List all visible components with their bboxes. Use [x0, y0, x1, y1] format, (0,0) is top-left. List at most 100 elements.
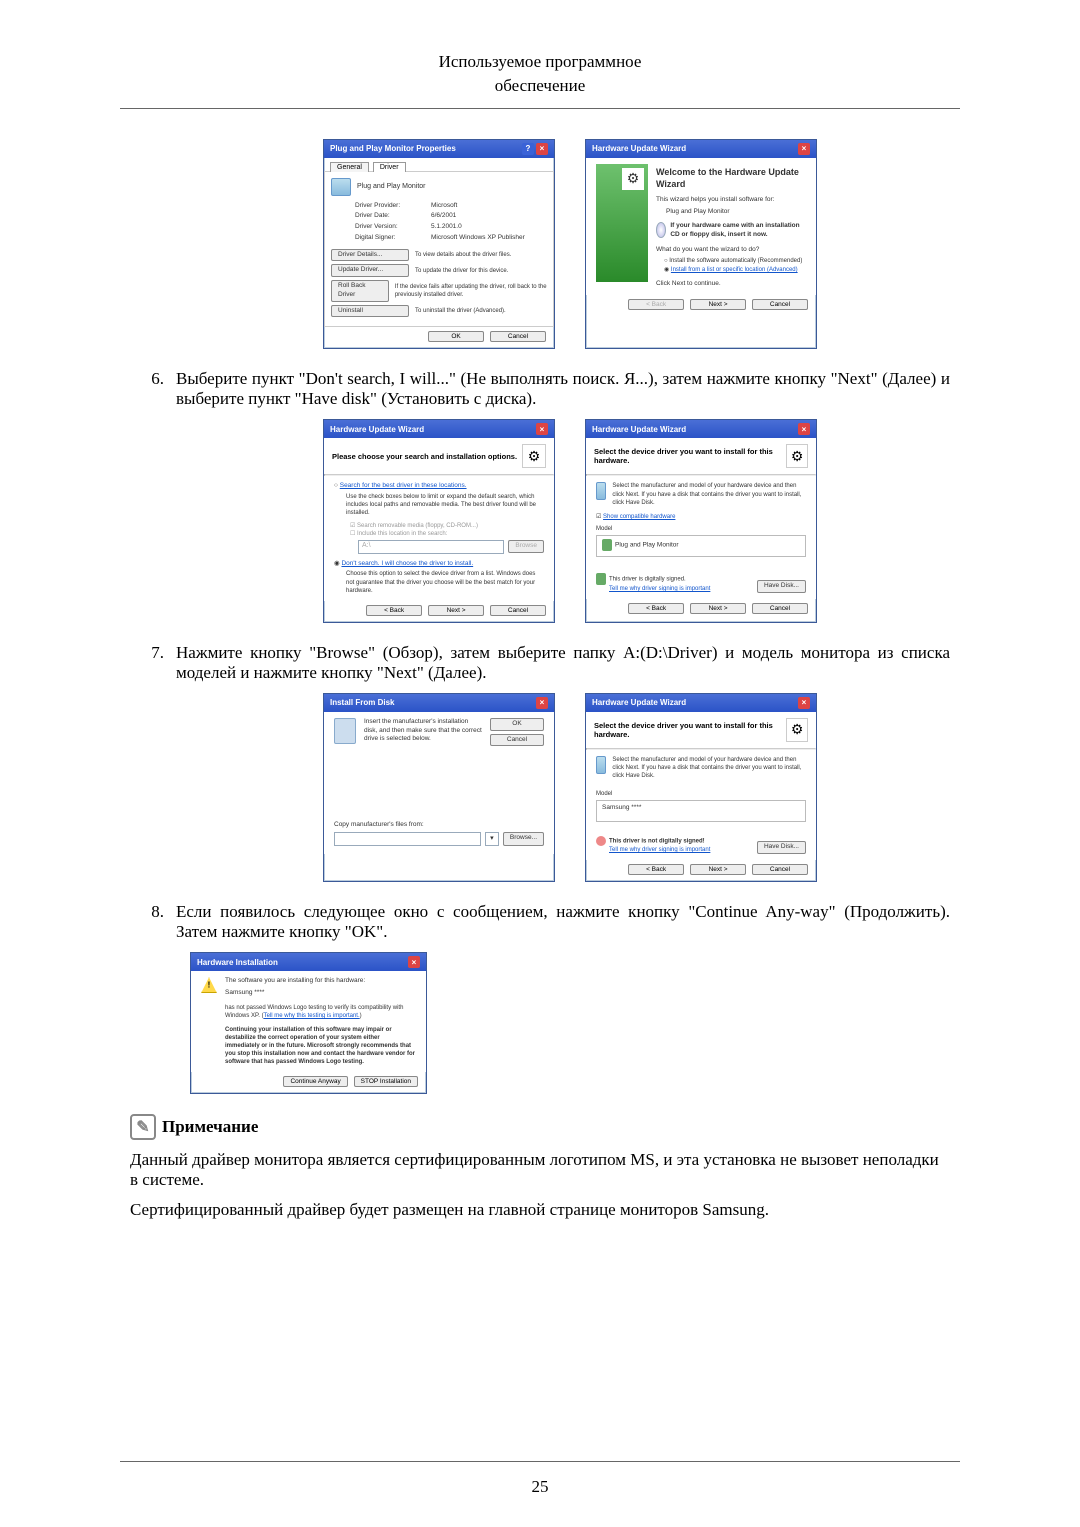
cancel-button[interactable]: Cancel	[490, 331, 546, 342]
cancel-button[interactable]: Cancel	[752, 299, 808, 310]
chk-location: ☐ Include this location in the search:	[350, 530, 544, 538]
screenshot-row-1: Plug and Play Monitor Properties ?× Gene…	[190, 139, 950, 350]
gear-icon: ⚙	[522, 444, 546, 468]
title-text: Install From Disk	[330, 698, 394, 707]
monitor-icon	[596, 482, 606, 500]
note-heading: ✎ Примечание	[130, 1114, 950, 1140]
stop-installation-button[interactable]: STOP Installation	[354, 1076, 418, 1087]
hardware-installation-dialog: Hardware Installation× The software you …	[190, 952, 427, 1094]
note-label: Примечание	[162, 1117, 258, 1137]
have-disk-button[interactable]: Have Disk...	[757, 841, 806, 854]
ok-button[interactable]: OK	[490, 718, 544, 731]
next-button[interactable]: Next >	[690, 864, 746, 875]
title-text: Hardware Update Wizard	[592, 698, 686, 707]
cancel-button[interactable]: Cancel	[752, 864, 808, 875]
wizard-intro: This wizard helps you install software f…	[656, 196, 806, 205]
tab-general[interactable]: General	[330, 162, 369, 172]
next-button[interactable]: Next >	[690, 603, 746, 614]
titlebar: Hardware Installation×	[191, 953, 426, 971]
model-label: Model	[596, 525, 806, 533]
signing-link[interactable]: Tell me why driver signing is important	[609, 586, 710, 592]
model-list[interactable]: Plug and Play Monitor	[596, 535, 806, 557]
shield-icon	[602, 539, 612, 551]
chk-compatible[interactable]: ☑ Show compatible hardware	[596, 513, 806, 521]
close-icon[interactable]: ×	[536, 697, 548, 709]
browse-button: Browse	[508, 540, 544, 553]
close-icon[interactable]: ×	[536, 423, 548, 435]
provider-label: Driver Provider:	[355, 202, 425, 211]
have-disk-button[interactable]: Have Disk...	[757, 580, 806, 593]
browse-button[interactable]: Browse...	[503, 832, 544, 846]
titlebar: Hardware Update Wizard ×	[586, 420, 816, 438]
help-icon[interactable]: ?	[522, 143, 534, 155]
close-icon[interactable]: ×	[798, 423, 810, 435]
model-label: Model	[596, 790, 806, 798]
path-input: A:\	[358, 540, 504, 554]
cancel-button[interactable]: Cancel	[752, 603, 808, 614]
driver-details-button[interactable]: Driver Details...	[331, 249, 409, 262]
title-text: Plug and Play Monitor Properties	[330, 144, 456, 153]
copy-path-input[interactable]	[334, 832, 481, 846]
rollback-button[interactable]: Roll Back Driver	[331, 280, 389, 302]
next-button[interactable]: Next >	[428, 605, 484, 616]
gear-icon: ⚙	[786, 444, 808, 468]
titlebar: Hardware Update Wizard×	[324, 420, 554, 438]
hwi-line3b: )	[360, 1013, 362, 1019]
note-p1: Данный драйвер монитора является сертифи…	[130, 1150, 950, 1190]
chk-removable: ☑ Search removable media (floppy, CD-ROM…	[350, 522, 544, 530]
version-label: Driver Version:	[355, 223, 425, 232]
logo-testing-link[interactable]: Tell me why this testing is important.	[264, 1013, 360, 1019]
close-icon[interactable]: ×	[408, 956, 420, 968]
signed-text: This driver is digitally signed.	[609, 577, 686, 583]
uninstall-button[interactable]: Uninstall	[331, 305, 409, 318]
device-name: Plug and Play Monitor	[357, 182, 425, 191]
titlebar: Hardware Update Wizard ×	[586, 694, 816, 712]
version-value: 5.1.2001.0	[431, 223, 547, 232]
back-button[interactable]: < Back	[366, 605, 422, 616]
tab-driver[interactable]: Driver	[373, 162, 406, 172]
titlebar: Hardware Update Wizard ×	[586, 140, 816, 158]
cd-icon	[656, 222, 666, 238]
update-driver-button[interactable]: Update Driver...	[331, 264, 409, 277]
signing-link[interactable]: Tell me why driver signing is important	[609, 847, 710, 853]
wizard-welcome-heading: Welcome to the Hardware Update Wizard	[656, 166, 806, 190]
back-button[interactable]: < Back	[628, 864, 684, 875]
update-desc: To update the driver for this device.	[415, 267, 508, 275]
close-icon[interactable]: ×	[536, 143, 548, 155]
cancel-button[interactable]: Cancel	[490, 605, 546, 616]
close-icon[interactable]: ×	[798, 697, 810, 709]
uninstall-desc: To uninstall the driver (Advanced).	[415, 307, 506, 315]
screenshot-row-3: Install From Disk× Insert the manufactur…	[190, 693, 950, 882]
monitor-properties-dialog: Plug and Play Monitor Properties ?× Gene…	[323, 139, 555, 350]
opt-dont-search[interactable]: ◉ Don't search. I will choose the driver…	[334, 560, 544, 569]
select-instr: Select the manufacturer and model of you…	[612, 482, 806, 506]
back-button: < Back	[628, 299, 684, 310]
step-text: Нажмите кнопку "Browse" (Обзор), затем в…	[176, 643, 950, 683]
opt-search[interactable]: ○ Search for the best driver in these lo…	[334, 482, 544, 491]
close-icon[interactable]: ×	[798, 143, 810, 155]
wizard-opt-auto[interactable]: ○ Install the software automatically (Re…	[664, 257, 806, 265]
step-number: 7.	[130, 643, 176, 683]
copy-label: Copy manufacturer's files from:	[334, 821, 544, 830]
dropdown-icon[interactable]: ▾	[485, 832, 499, 846]
hwi-line1: The software you are installing for this…	[225, 977, 416, 986]
wizard-select-driver-dialog: Hardware Update Wizard× Select the devic…	[585, 419, 817, 622]
title-text: Hardware Update Wizard	[592, 425, 686, 434]
header-line2: обеспечение	[0, 74, 1080, 98]
wizard-opt-list[interactable]: ◉ Install from a list or specific locati…	[664, 266, 806, 274]
ok-button[interactable]: OK	[428, 331, 484, 342]
shield-icon	[596, 573, 606, 585]
next-button[interactable]: Next >	[690, 299, 746, 310]
signer-label: Digital Signer:	[355, 234, 425, 243]
model-list[interactable]: Samsung ****	[596, 800, 806, 822]
continue-anyway-button[interactable]: Continue Anyway	[283, 1076, 347, 1087]
warning-icon	[201, 977, 217, 993]
warning-icon	[596, 836, 606, 846]
header-rule	[120, 108, 960, 109]
wizard-question: What do you want the wizard to do?	[656, 246, 806, 255]
footer-rule	[120, 1461, 960, 1462]
cancel-button[interactable]: Cancel	[490, 734, 544, 747]
back-button[interactable]: < Back	[628, 603, 684, 614]
step-number: 6.	[130, 369, 176, 409]
titlebar: Install From Disk ×	[324, 694, 554, 712]
